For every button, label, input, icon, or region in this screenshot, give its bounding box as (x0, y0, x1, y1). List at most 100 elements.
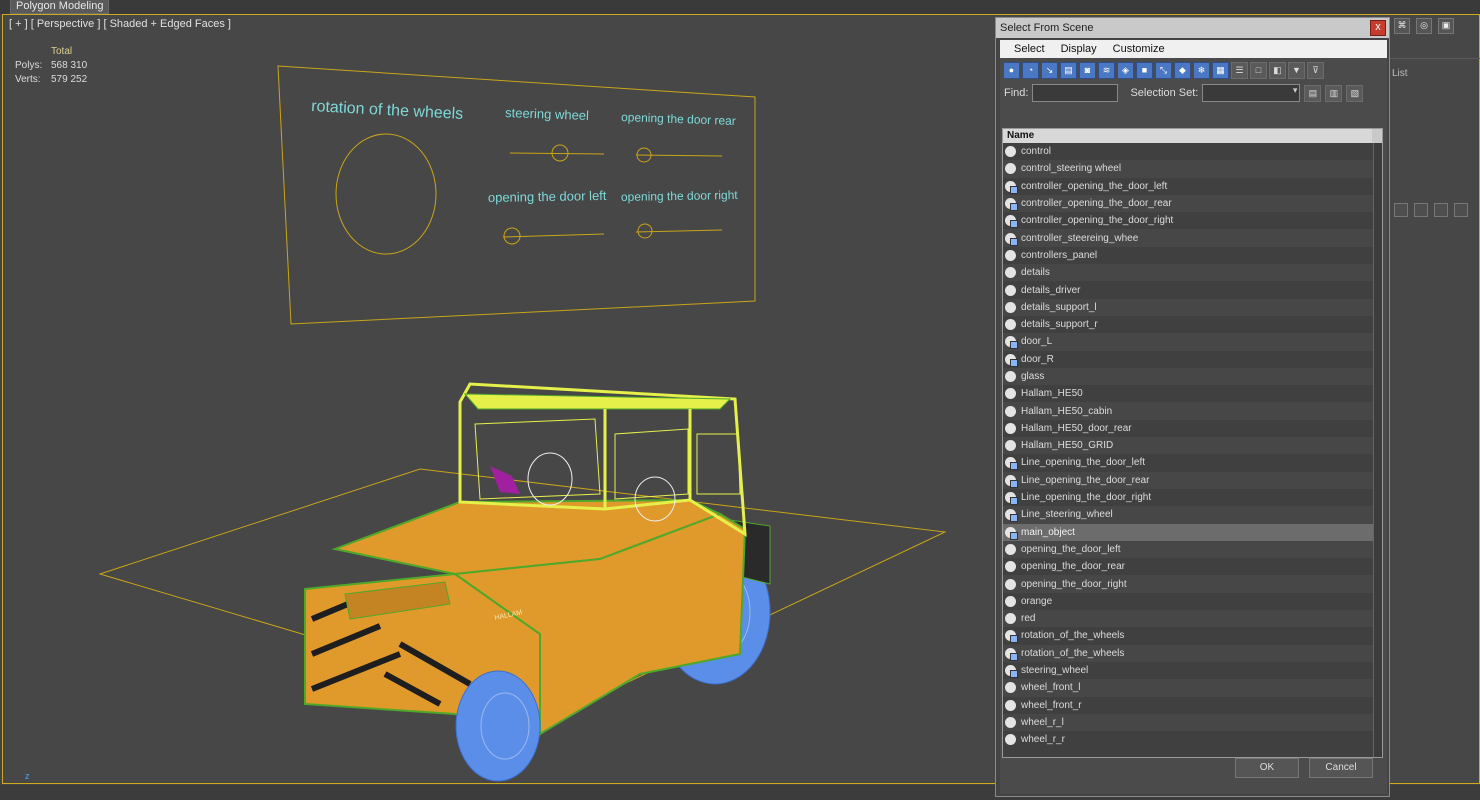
geometry-filter-icon[interactable]: ● (1003, 61, 1020, 79)
list-item[interactable]: control_steering wheel (1003, 160, 1382, 178)
shape-object-icon (1005, 630, 1018, 644)
geometry-object-icon (1005, 578, 1016, 590)
modifier-toolbar (1394, 203, 1468, 217)
list-item[interactable]: main_object (1003, 523, 1382, 541)
slider-steering-track (509, 152, 605, 155)
list-item[interactable]: Hallam_HE50_GRID (1003, 437, 1382, 455)
select-none-icon[interactable]: □ (1250, 61, 1267, 79)
xref-filter-icon[interactable]: ■ (1136, 61, 1153, 79)
list-item[interactable]: door_R (1003, 351, 1382, 368)
object-list[interactable]: Name control control_steering wheel contro… (1002, 128, 1383, 758)
list-item[interactable]: details (1003, 264, 1382, 282)
filter-options-icon[interactable]: ⊽ (1307, 61, 1324, 79)
close-icon[interactable]: x (1370, 20, 1386, 36)
list-item-label: details_support_l (1021, 301, 1097, 313)
dialog-title: Select From Scene (1000, 22, 1094, 34)
find-input[interactable] (1032, 84, 1119, 102)
list-item[interactable]: Line_steering_wheel (1003, 506, 1382, 524)
list-item[interactable]: details_support_l (1003, 298, 1382, 316)
shape-object-icon (1005, 336, 1018, 350)
list-item[interactable]: controller_opening_the_door_left (1003, 178, 1382, 195)
list-item[interactable]: controller_opening_the_door_rear (1003, 194, 1382, 213)
shape-filter-icon[interactable]: ◔ (1022, 61, 1039, 79)
list-item-label: glass (1021, 371, 1045, 382)
polygon-modeling-tab[interactable]: Polygon Modeling (10, 0, 110, 14)
container-filter-icon[interactable]: ◆ (1174, 61, 1191, 79)
hidden-filter-icon[interactable]: ▦ (1212, 61, 1229, 79)
list-item-label: controller_opening_the_door_rear (1021, 198, 1172, 210)
ok-button[interactable]: OK (1235, 758, 1299, 778)
spacewarp-filter-icon[interactable]: ≋ (1098, 61, 1115, 79)
shape-object-icon (1005, 526, 1018, 540)
slider-door-right-track (635, 229, 723, 233)
list-item[interactable]: control (1003, 143, 1382, 160)
geometry-object-icon (1005, 405, 1016, 417)
list-item[interactable]: red (1003, 610, 1382, 628)
remove-from-set-icon[interactable]: ▧ (1346, 84, 1364, 102)
list-item[interactable]: orange (1003, 593, 1382, 610)
pin-stack-icon[interactable] (1394, 203, 1408, 217)
display-icon[interactable]: ▣ (1438, 18, 1454, 34)
list-item[interactable]: controllers_panel (1003, 247, 1382, 264)
light-filter-icon[interactable]: ↘ (1041, 61, 1058, 79)
panel-text-door-rear: opening the door rear (621, 110, 736, 128)
list-item[interactable]: Hallam_HE50_door_rear (1003, 420, 1382, 437)
make-unique-icon[interactable] (1434, 203, 1448, 217)
bone-filter-icon[interactable]: ⤡ (1155, 61, 1172, 79)
list-item[interactable]: details_support_r (1003, 316, 1382, 333)
camera-filter-icon[interactable]: ▤ (1060, 61, 1077, 79)
list-item[interactable]: Hallam_HE50_cabin (1003, 402, 1382, 420)
group-filter-icon[interactable]: ◈ (1117, 61, 1134, 79)
select-from-scene-dialog: Select From Scene x Select Display Custo… (995, 17, 1390, 797)
list-item-label: control (1021, 146, 1052, 158)
shape-object-icon (1005, 665, 1018, 679)
list-item[interactable]: Hallam_HE50 (1003, 385, 1382, 402)
geometry-object-icon (1005, 734, 1016, 746)
list-item[interactable]: wheel_front_r (1003, 697, 1382, 714)
list-item[interactable]: opening_the_door_left (1003, 540, 1382, 559)
list-item[interactable]: Line_opening_the_door_left (1003, 454, 1382, 471)
show-end-result-icon[interactable] (1414, 203, 1428, 217)
find-label: Find: (1004, 87, 1029, 99)
list-item[interactable]: opening_the_door_right (1003, 575, 1382, 593)
list-item[interactable]: glass (1003, 367, 1382, 386)
shape-object-icon (1005, 474, 1018, 488)
selection-set-dropdown[interactable] (1202, 84, 1301, 102)
list-item-label: opening_the_door_rear (1021, 561, 1125, 573)
list-item[interactable]: wheel_front_l (1003, 679, 1382, 697)
list-item[interactable]: rotation_of_the_wheels (1003, 644, 1382, 662)
select-invert-icon[interactable]: ◧ (1269, 61, 1286, 79)
rotation-dial (335, 133, 437, 255)
menu-display[interactable]: Display (1053, 40, 1105, 58)
list-item[interactable]: wheel_r_l (1003, 713, 1382, 732)
geometry-object-icon (1005, 699, 1016, 711)
list-item[interactable]: details_driver (1003, 281, 1382, 298)
list-scrollbar[interactable] (1373, 143, 1382, 757)
filter-icon[interactable]: ▼ (1288, 61, 1305, 79)
list-item[interactable]: Line_opening_the_door_right (1003, 489, 1382, 506)
add-to-set-icon[interactable]: ▥ (1325, 84, 1343, 102)
dialog-titlebar[interactable]: Select From Scene x (996, 18, 1389, 38)
named-set-icon[interactable]: ▤ (1304, 84, 1322, 102)
remove-modifier-icon[interactable] (1454, 203, 1468, 217)
menu-customize[interactable]: Customize (1105, 40, 1173, 58)
menu-select[interactable]: Select (1006, 40, 1053, 58)
motion-icon[interactable]: ◎ (1416, 18, 1432, 34)
list-item[interactable]: wheel_r_r (1003, 731, 1382, 748)
select-all-icon[interactable]: ☰ (1231, 61, 1248, 79)
list-item[interactable]: Line_opening_the_door_rear (1003, 471, 1382, 489)
header-corner (1372, 129, 1382, 143)
list-item[interactable]: rotation_of_the_wheels (1003, 627, 1382, 644)
frozen-filter-icon[interactable]: ❄ (1193, 61, 1210, 79)
slider-door-right-knob (637, 223, 653, 239)
list-item[interactable]: door_L (1003, 333, 1382, 351)
list-item[interactable]: opening_the_door_rear (1003, 558, 1382, 575)
list-item[interactable]: steering_wheel (1003, 662, 1382, 679)
list-item[interactable]: controller_steereing_whee (1003, 229, 1382, 247)
geometry-object-icon (1005, 284, 1016, 296)
column-header-name[interactable]: Name (1003, 129, 1382, 143)
list-item[interactable]: controller_opening_the_door_right (1003, 212, 1382, 229)
helper-filter-icon[interactable]: ◙ (1079, 61, 1096, 79)
hierarchy-icon[interactable]: ⌘ (1394, 18, 1410, 34)
cancel-button[interactable]: Cancel (1309, 758, 1373, 778)
